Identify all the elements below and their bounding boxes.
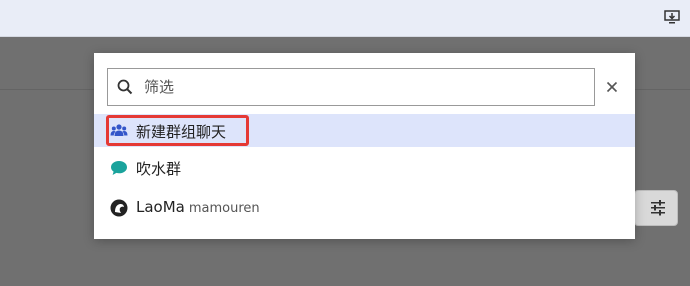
screen-download-icon[interactable]: [664, 9, 680, 25]
background-filter-button: [634, 190, 678, 226]
sliders-icon: [651, 200, 665, 216]
user-avatar-icon: [110, 199, 128, 217]
chat-picker-dialog: 新建群组聊天 吹水群 LaoMamamouren: [94, 53, 635, 239]
list-item-label: LaoMa mamouren: [136, 198, 260, 216]
search-input[interactable]: [144, 69, 584, 105]
background-divider: [635, 89, 690, 90]
chat-bubble-icon: [111, 161, 127, 175]
browser-top-bar: [0, 0, 690, 37]
search-field[interactable]: [107, 68, 595, 106]
user-handle: mamouren: [188, 201, 260, 216]
highlight-annotation: [106, 115, 249, 146]
list-item-label: 吹水群: [136, 160, 182, 178]
close-icon[interactable]: [604, 79, 620, 95]
list-item-chat[interactable]: 吹水群: [94, 151, 635, 184]
user-display-name: LaoMa: [136, 198, 185, 216]
background-divider: [0, 89, 94, 90]
search-icon: [117, 79, 133, 95]
list-item-user[interactable]: LaoMa mamouren: [94, 191, 635, 224]
